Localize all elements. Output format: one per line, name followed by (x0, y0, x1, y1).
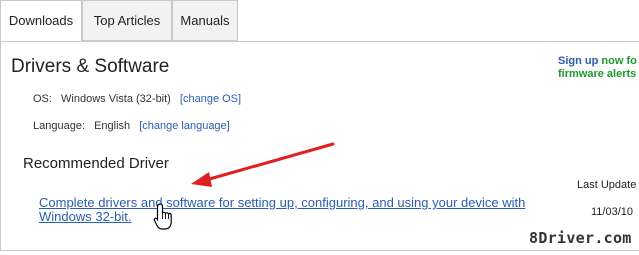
annotation-overlay (153, 142, 335, 230)
hand-cursor-icon (153, 203, 172, 230)
arrow-annotation (191, 142, 335, 187)
